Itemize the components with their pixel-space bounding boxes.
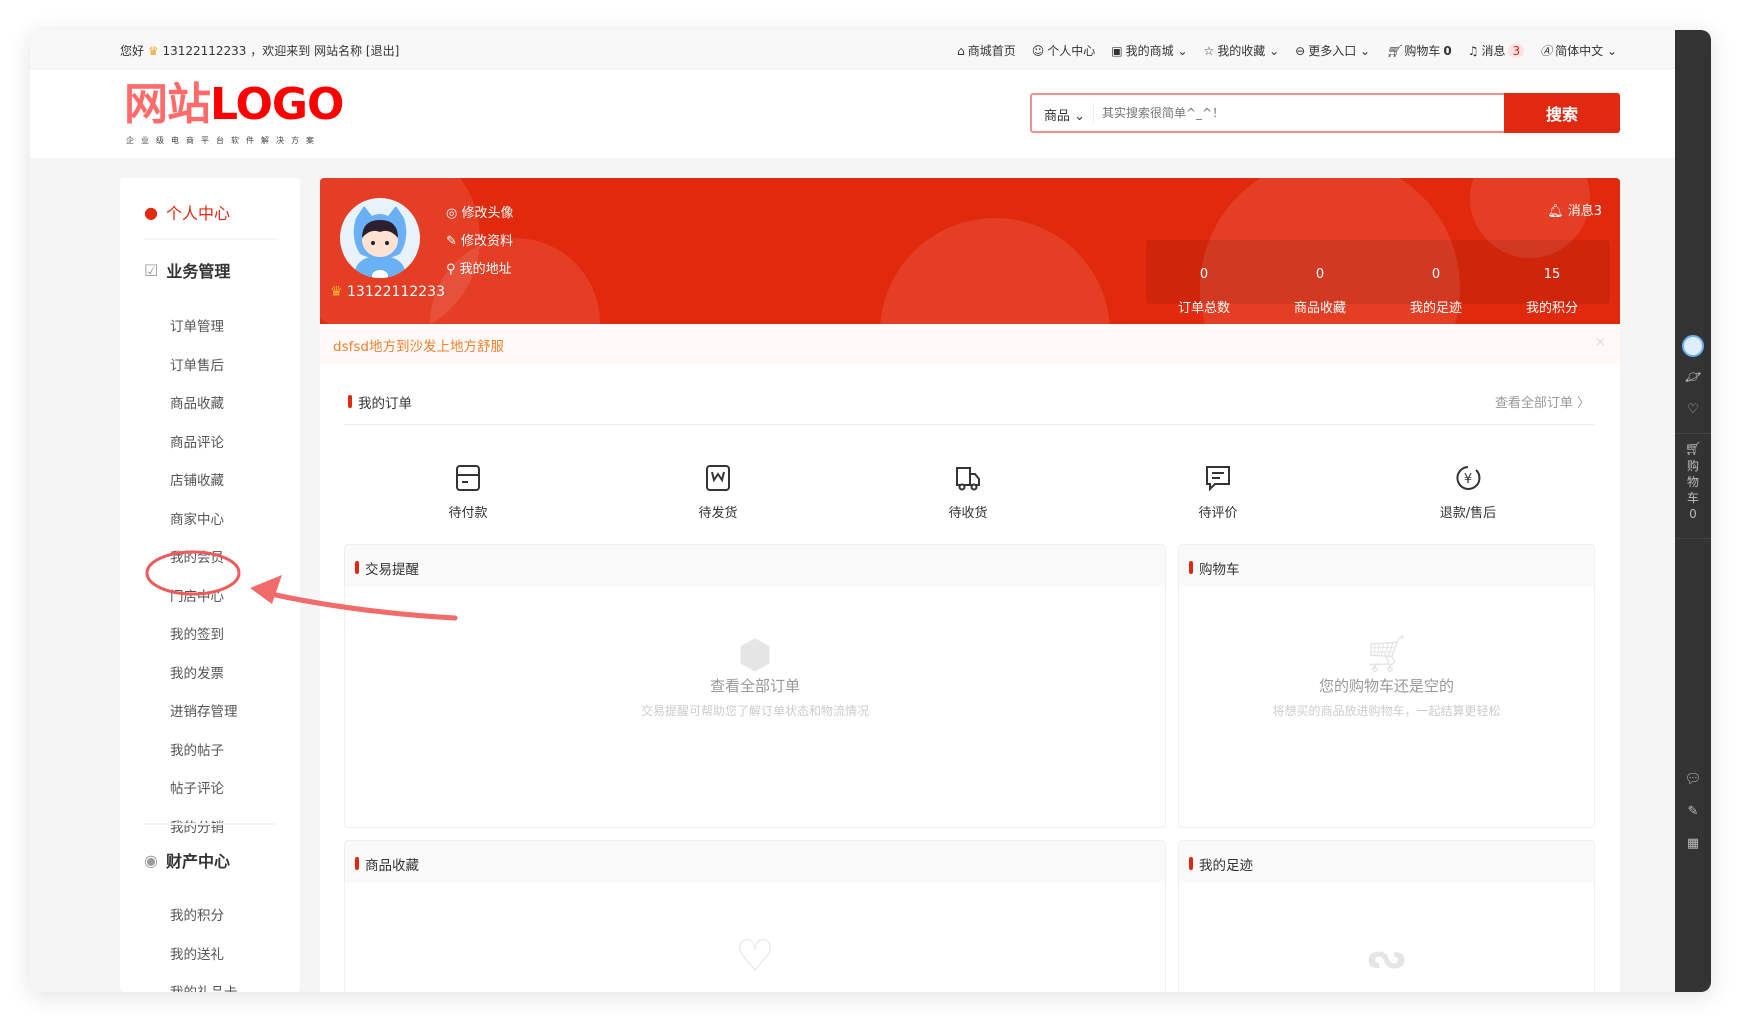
annotation-arrowhead xyxy=(250,575,282,604)
annotation-circle xyxy=(145,550,241,596)
annotation-overlay xyxy=(145,550,458,621)
annotation-arrow xyxy=(259,589,458,621)
